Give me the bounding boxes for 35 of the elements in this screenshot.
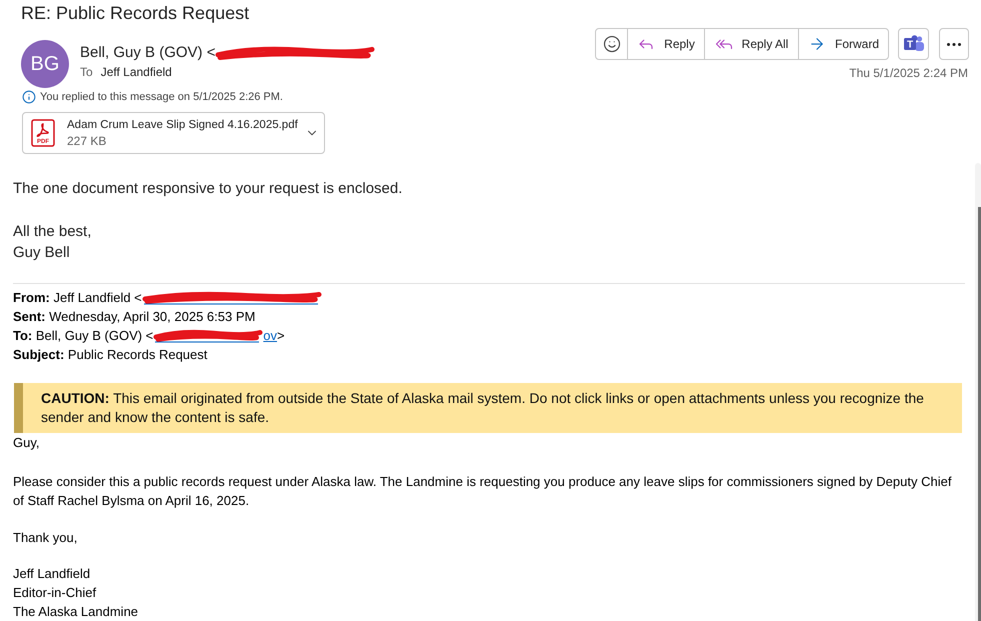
- signature-line: The Alaska Landmine: [13, 603, 138, 621]
- recipient-label: To: [80, 64, 93, 80]
- caution-text: CAUTION: This email originated from outside the State of Alaska mail system. Do not click links or open attachments unless you recognize the sender and know the content is safe.: [41, 389, 925, 427]
- scrollbar-track[interactable]: [975, 163, 981, 621]
- header-text: >: [277, 327, 285, 345]
- smiley-icon: [602, 35, 620, 53]
- info-icon: [22, 90, 36, 104]
- reply-button[interactable]: Reply: [627, 29, 704, 59]
- reply-notice: You replied to this message on 5/1/2025 2:26 PM.: [40, 90, 283, 105]
- more-options-button[interactable]: [939, 28, 969, 60]
- teams-button[interactable]: T: [898, 28, 929, 60]
- received-date: Thu 5/1/2025 2:24 PM: [849, 65, 968, 81]
- scrollbar-thumb[interactable]: [978, 207, 981, 621]
- sign-off-text: Thank you,: [13, 529, 78, 547]
- header-line: Sent: Wednesday, April 30, 2025 6:53 PM: [13, 308, 256, 326]
- sender-name[interactable]: Bell, Guy B (GOV) <: [80, 43, 216, 63]
- signature-line: Editor-in-Chief: [13, 584, 96, 602]
- header-line: To: Bell, Guy B (GOV) <: [13, 327, 154, 345]
- greeting-text: Guy,: [13, 434, 40, 452]
- forward-button[interactable]: Forward: [798, 29, 888, 59]
- sender-avatar: BG: [21, 40, 69, 88]
- header-line: From: Jeff Landfield <: [13, 289, 142, 307]
- attachment-size: 227 KB: [67, 133, 106, 149]
- closing-line: All the best,: [13, 222, 92, 242]
- request-paragraph: Please consider this a public records request under Alaska law. The Landmine is requesting you produce any leave slips for commissioners signed by Deputy Chief of Staff Rachel Bylsma on April 16, 2025.: [13, 473, 952, 510]
- signature-line: Jeff Landfield: [13, 565, 90, 583]
- reply-all-button[interactable]: Reply All: [704, 29, 798, 59]
- message-subject: RE: Public Records Request: [21, 2, 250, 25]
- body-paragraph: The one document responsive to your request is enclosed.: [13, 179, 402, 199]
- more-icon: [947, 42, 961, 46]
- recipient-name[interactable]: Jeff Landfield: [100, 64, 172, 80]
- email-link[interactable]: ov: [263, 326, 278, 345]
- header-line: Subject: Public Records Request: [13, 346, 208, 364]
- attachment-name: Adam Crum Leave Slip Signed 4.16.2025.pdf: [67, 118, 298, 133]
- closing-line: Guy Bell: [13, 243, 70, 263]
